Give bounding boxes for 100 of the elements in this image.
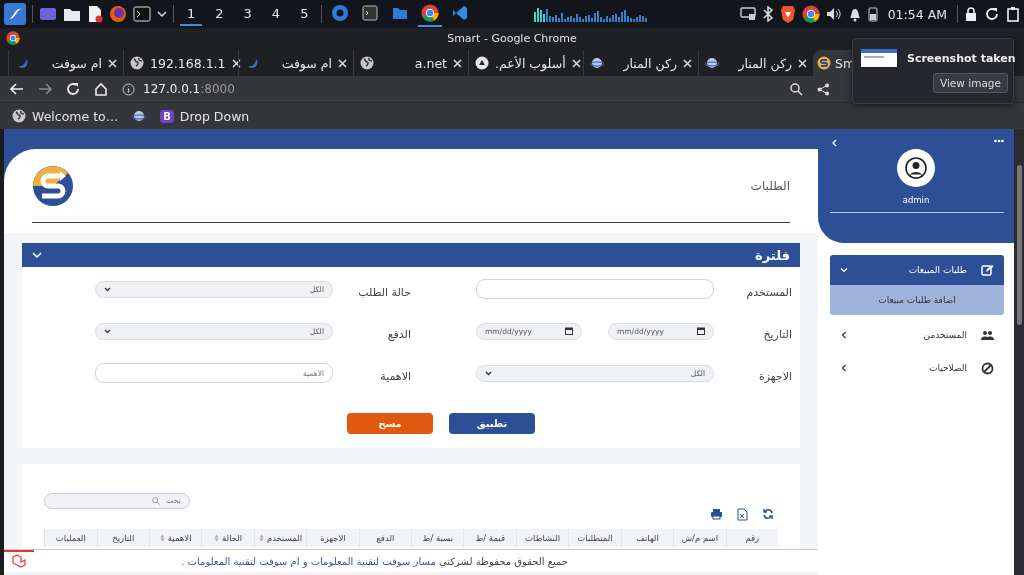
caret-icon[interactable] bbox=[157, 9, 167, 19]
view-image-button[interactable]: View image bbox=[933, 73, 1008, 93]
workspace-tab[interactable]: 5 bbox=[293, 2, 316, 26]
close-icon[interactable] bbox=[683, 58, 692, 68]
users-icon bbox=[981, 328, 994, 342]
more-icon[interactable] bbox=[994, 139, 1004, 143]
code-editor-icon bbox=[451, 4, 470, 22]
user-name: admin bbox=[902, 195, 930, 205]
chevron-icon[interactable] bbox=[832, 139, 837, 147]
globe-icon bbox=[360, 56, 374, 70]
bookmark-link[interactable]: Welcome to… bbox=[12, 108, 119, 124]
field-label: الدفع bbox=[386, 326, 411, 341]
sidebar-submenu-item[interactable]: اضافة طلبات مبيعات bbox=[830, 285, 1004, 315]
filter-title: فلترة bbox=[755, 247, 790, 263]
address-field[interactable]: 127.0.0.1:8000 bbox=[143, 82, 235, 96]
folder-icon[interactable] bbox=[63, 6, 81, 22]
sidebar-menu-item[interactable]: الصلاحيات bbox=[830, 353, 1004, 383]
window-icon[interactable] bbox=[39, 6, 57, 22]
info-icon bbox=[122, 82, 135, 96]
edit-icon bbox=[981, 263, 994, 277]
clipboard-icon[interactable] bbox=[1006, 6, 1020, 22]
planet-icon bbox=[705, 56, 719, 70]
column-header[interactable]: الحالة bbox=[201, 529, 254, 547]
field-label: حالة الطلب bbox=[357, 284, 411, 299]
shield-icon[interactable] bbox=[779, 5, 796, 23]
search-icon bbox=[151, 496, 160, 505]
app-menu-button[interactable] bbox=[4, 3, 26, 25]
column-header: الاجهزة bbox=[306, 529, 359, 547]
spreadsheet-file-icon[interactable] bbox=[737, 508, 748, 521]
close-icon[interactable] bbox=[453, 58, 462, 68]
browser-icon bbox=[421, 4, 440, 22]
workspace-tab[interactable]: 1 bbox=[180, 2, 203, 26]
column-header: التاريخ bbox=[96, 529, 149, 547]
column-header: الهاتف bbox=[620, 529, 674, 547]
back-icon[interactable] bbox=[10, 82, 24, 96]
bluetooth-icon[interactable] bbox=[761, 6, 774, 22]
bell-icon[interactable] bbox=[847, 6, 862, 22]
company-logo-icon bbox=[32, 165, 74, 207]
column-header[interactable]: الاهمية bbox=[148, 529, 202, 547]
clear-button[interactable]: مسح bbox=[347, 413, 433, 434]
close-icon[interactable] bbox=[571, 58, 581, 68]
browser-icon bbox=[6, 31, 20, 45]
bookmark-link[interactable] bbox=[132, 109, 147, 123]
document-icon[interactable] bbox=[87, 5, 103, 23]
search-field[interactable]: بحث bbox=[44, 492, 190, 509]
circle-icon bbox=[475, 56, 489, 70]
share-icon[interactable] bbox=[817, 82, 830, 96]
refresh-icon[interactable] bbox=[762, 508, 774, 520]
reload-icon[interactable] bbox=[66, 82, 80, 96]
print-icon[interactable] bbox=[710, 508, 723, 520]
bookmark-link[interactable]: B Drop Down bbox=[160, 108, 250, 124]
sidebar-menu-item[interactable]: المستخدمن bbox=[830, 320, 1004, 350]
apply-button[interactable]: تطبيق bbox=[449, 413, 535, 434]
user-silhouette-icon bbox=[905, 157, 927, 179]
refresh-icon[interactable] bbox=[984, 6, 1000, 22]
battery-icon[interactable] bbox=[867, 6, 878, 22]
terminal-icon[interactable] bbox=[133, 6, 151, 22]
column-header[interactable]: المستخدم bbox=[253, 529, 307, 547]
lock-icon[interactable] bbox=[964, 6, 978, 22]
search-icon[interactable] bbox=[790, 82, 803, 96]
browser-icon bbox=[331, 4, 350, 22]
screenshot-thumbnail-icon bbox=[861, 49, 897, 67]
close-icon[interactable] bbox=[231, 58, 241, 68]
column-header: العمليات bbox=[44, 529, 97, 547]
volume-icon[interactable] bbox=[825, 7, 842, 21]
company-link[interactable]: مسار سوفت لتقنية المعلومات و ام سوفت لتقنية المعلومات . bbox=[181, 555, 436, 567]
workspace-tab[interactable]: 4 bbox=[264, 2, 288, 26]
chevron-icon bbox=[32, 251, 42, 259]
column-header: المتطلبات bbox=[568, 529, 621, 547]
copyright-text: جميع الحقوق محفوظة لشركتي مسار سوفت لتقنية المعلومات و ام سوفت لتقنية المعلومات . bbox=[181, 555, 568, 567]
planet-icon bbox=[132, 109, 147, 123]
column-header: نسبة /ط bbox=[411, 529, 464, 547]
field-label: المستخدم bbox=[745, 284, 792, 299]
terminal-icon bbox=[361, 4, 380, 22]
workspace-tab[interactable]: 2 bbox=[208, 2, 231, 26]
globe-icon bbox=[12, 109, 26, 123]
field-label: الاهمية bbox=[379, 368, 411, 383]
chevron-icon bbox=[840, 364, 848, 372]
column-header: الدفع bbox=[358, 529, 412, 547]
home-icon[interactable] bbox=[94, 82, 108, 96]
browser-icon[interactable] bbox=[801, 5, 820, 23]
field-label: التاريخ bbox=[762, 326, 792, 341]
close-icon[interactable] bbox=[798, 58, 807, 68]
prohibited-icon bbox=[981, 361, 994, 375]
close-icon[interactable] bbox=[338, 58, 347, 68]
text-field[interactable] bbox=[476, 279, 714, 299]
workspace-tab[interactable]: 3 bbox=[236, 2, 259, 26]
globe-icon bbox=[130, 56, 144, 70]
chevron-icon bbox=[840, 331, 848, 339]
calendar-icon bbox=[565, 327, 573, 335]
forward-icon[interactable] bbox=[38, 82, 52, 96]
planet-icon bbox=[590, 56, 604, 70]
filter-header-bar[interactable]: فلترة bbox=[22, 243, 800, 267]
caret-icon bbox=[104, 328, 111, 334]
monitor-icon[interactable] bbox=[739, 7, 756, 21]
close-icon[interactable] bbox=[108, 58, 117, 68]
chevron-icon bbox=[840, 266, 848, 274]
clock-time: 01:54 AM bbox=[887, 6, 947, 22]
page-title: الطلبات bbox=[750, 179, 790, 193]
sidebar-menu-item[interactable]: طلبات المبيعات bbox=[830, 255, 1004, 285]
